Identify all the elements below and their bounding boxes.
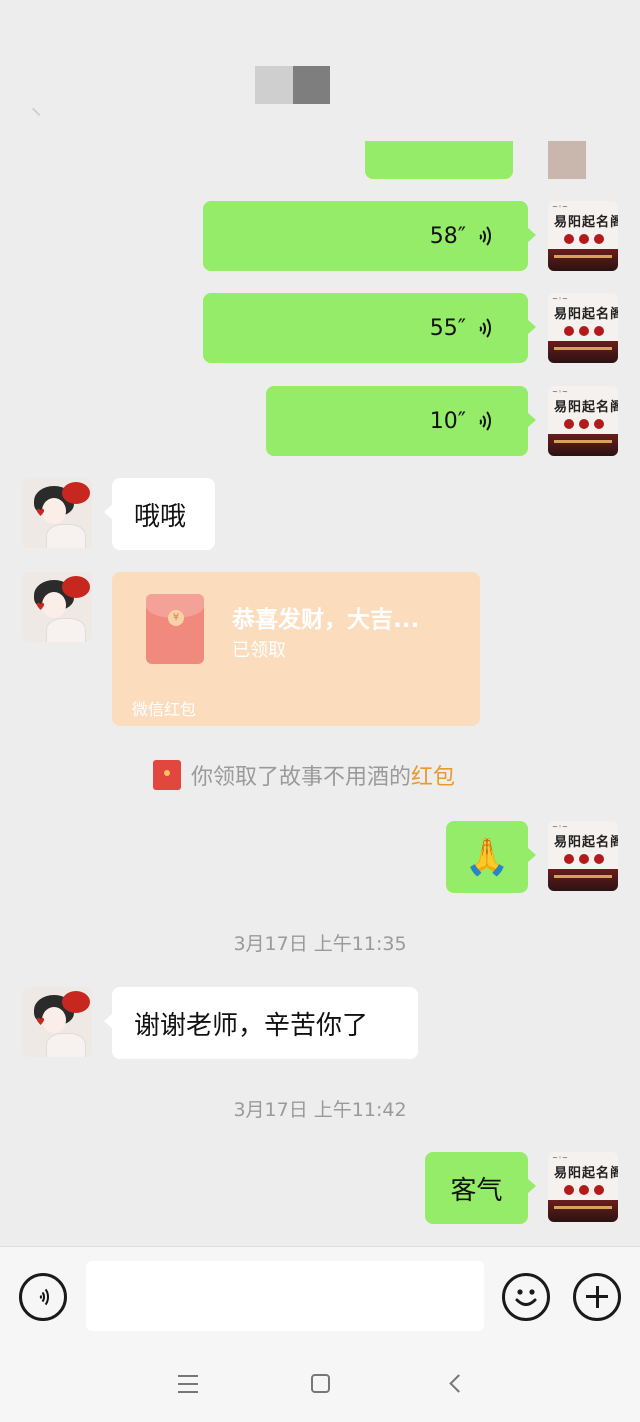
timestamp: 3月17日 上午11:42	[233, 1099, 407, 1121]
avatar[interactable]: ~◦~ 易阳起名阁	[548, 1152, 618, 1222]
red-packet-link[interactable]: 红包	[411, 765, 455, 790]
text-message[interactable]: 客气	[425, 1152, 536, 1224]
contact-name-blurred	[255, 66, 293, 104]
avatar[interactable]: ♥	[22, 572, 92, 642]
voice-duration: 10″	[429, 408, 466, 434]
red-packet-brand: 微信红包	[132, 700, 197, 719]
avatar[interactable]: ~◦~ 易阳起名阁	[548, 821, 618, 891]
home-icon[interactable]	[311, 1374, 330, 1393]
avatar[interactable]	[548, 141, 586, 179]
voice-wave-icon	[474, 315, 498, 341]
contact-name-blurred	[293, 66, 330, 104]
voice-wave-icon	[474, 223, 498, 249]
back-icon[interactable]	[449, 1374, 468, 1393]
red-packet-icon	[153, 760, 181, 790]
voice-message[interactable]: 58″	[203, 201, 536, 271]
red-packet-icon: ¥	[146, 594, 204, 664]
text-message[interactable]: 谢谢老师，辛苦你了	[104, 987, 418, 1059]
emoji-message[interactable]: 🙏	[446, 821, 536, 893]
avatar[interactable]: ♥	[22, 987, 92, 1057]
timestamp: 3月17日 上午11:35	[233, 933, 407, 955]
message-input[interactable]	[86, 1261, 484, 1331]
voice-wave-icon	[474, 408, 498, 434]
chat-header	[0, 0, 640, 140]
input-bar	[0, 1246, 640, 1346]
system-nav-bar	[0, 1346, 640, 1422]
voice-duration: 55″	[429, 315, 466, 341]
avatar[interactable]: ~◦~ 易阳起名阁	[548, 201, 618, 271]
plus-icon[interactable]	[573, 1273, 621, 1321]
red-packet-title: 恭喜发财，大吉...	[232, 607, 420, 633]
partial-message-bubble[interactable]	[365, 141, 513, 179]
system-notice: 你领取了故事不用酒的红包	[153, 760, 455, 790]
avatar[interactable]: ♥	[22, 478, 92, 548]
text-message[interactable]: 哦哦	[104, 478, 215, 550]
voice-icon[interactable]	[19, 1273, 67, 1321]
back-arrow-icon[interactable]	[31, 101, 47, 117]
red-packet-status: 已领取	[232, 640, 286, 661]
avatar[interactable]: ~◦~ 易阳起名阁	[548, 386, 618, 456]
voice-message[interactable]: 10″	[266, 386, 536, 456]
voice-duration: 58″	[429, 223, 466, 249]
avatar[interactable]: ~◦~ 易阳起名阁	[548, 293, 618, 363]
menu-icon[interactable]	[178, 1375, 198, 1393]
voice-message[interactable]: 55″	[203, 293, 536, 363]
red-packet-message[interactable]: ¥ 恭喜发财，大吉... 已领取 微信红包	[112, 572, 480, 726]
smiley-icon[interactable]	[502, 1273, 550, 1321]
